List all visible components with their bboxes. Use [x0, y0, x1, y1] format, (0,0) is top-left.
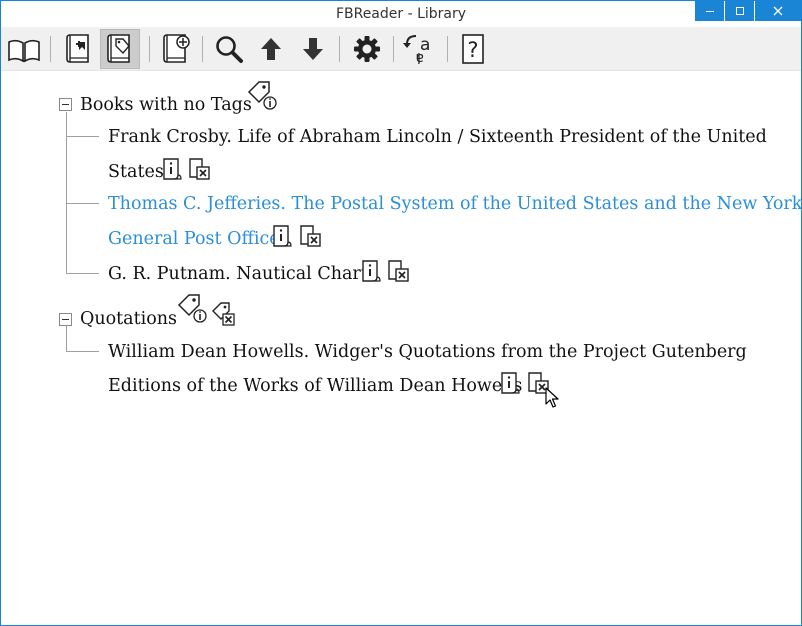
close-button[interactable] — [755, 1, 801, 21]
scroll-up-button[interactable] — [251, 29, 291, 69]
toolbar-separator — [149, 36, 150, 62]
tree-branch-line — [66, 326, 67, 351]
maximize-button[interactable] — [725, 1, 754, 21]
network-library-button[interactable] — [156, 29, 196, 69]
network-library-icon — [163, 34, 190, 63]
help-icon: ? — [462, 34, 484, 64]
tag-book-button[interactable] — [100, 29, 140, 69]
window-controls — [694, 1, 801, 21]
svg-text:l: l — [417, 52, 421, 65]
book-remove-button[interactable] — [387, 259, 411, 283]
svg-text:?: ? — [467, 38, 478, 62]
tag-info-button[interactable] — [175, 293, 209, 325]
info-document-icon — [273, 225, 292, 247]
tag-remove-button[interactable] — [211, 301, 237, 327]
tree-branch-line — [66, 203, 99, 204]
toolbar-separator — [447, 36, 448, 62]
info-document-icon — [501, 372, 520, 394]
tag-book-icon — [107, 34, 130, 63]
tag-info-icon — [247, 81, 277, 110]
book-title[interactable]: G. R. Putnam. Nautical Charts — [108, 263, 377, 285]
toolbar-separator — [339, 36, 340, 62]
maximize-icon — [735, 7, 744, 15]
book-title-continued[interactable]: General Post Office — [108, 228, 280, 250]
toolbar-separator — [202, 36, 203, 62]
tag-info-button[interactable] — [245, 80, 279, 112]
toolbar-separator — [393, 36, 394, 62]
search-button[interactable] — [209, 29, 249, 69]
collapse-toggle[interactable] — [59, 313, 72, 326]
close-icon — [773, 6, 783, 16]
window-title: FBReader - Library — [335, 6, 467, 22]
tree-branch-line — [66, 273, 99, 274]
fbreader-window: FBReader - Library a a l ? Books with no… — [0, 0, 802, 626]
title-bar[interactable]: FBReader - Library — [1, 1, 801, 27]
remove-document-icon — [388, 260, 409, 282]
group-label[interactable]: Quotations — [80, 308, 177, 330]
arrow-up-icon — [261, 38, 281, 60]
remove-document-icon — [189, 158, 210, 180]
book-info-button[interactable] — [162, 157, 184, 181]
book-info-button[interactable] — [272, 224, 294, 248]
book-remove-button[interactable] — [188, 157, 212, 181]
cursor-arrow — [545, 387, 559, 408]
book-remove-button[interactable] — [299, 224, 323, 248]
tree-branch-line — [66, 351, 99, 352]
library-button[interactable] — [4, 29, 44, 69]
settings-gear-icon — [354, 36, 380, 62]
book-title[interactable]: William Dean Howells. Widger's Quotation… — [108, 341, 747, 363]
tree-branch-line — [66, 136, 99, 137]
mouse-pointer-icon — [545, 387, 559, 409]
minimize-button[interactable] — [695, 1, 724, 21]
scroll-down-button[interactable] — [293, 29, 333, 69]
book-title[interactable]: Frank Crosby. Life of Abraham Lincoln / … — [108, 126, 767, 148]
settings-button[interactable] — [347, 29, 387, 69]
arrow-down-icon — [303, 38, 323, 60]
info-document-icon — [163, 158, 182, 180]
search-icon — [216, 36, 243, 63]
library-tree: Books with no Tags Frank Crosby. Life of… — [1, 71, 802, 625]
tag-info-icon — [177, 294, 207, 323]
tag-remove-icon — [212, 302, 235, 326]
toolbar-separator — [50, 36, 51, 62]
remove-document-icon — [300, 225, 321, 247]
book-title-continued[interactable]: States — [108, 161, 164, 183]
book-info-button[interactable] — [500, 371, 522, 395]
add-book-button[interactable] — [59, 29, 99, 69]
collapse-toggle[interactable] — [59, 98, 72, 111]
info-document-icon — [362, 260, 381, 282]
book-title-continued[interactable]: Editions of the Works of William Dean Ho… — [108, 375, 522, 397]
book-title[interactable]: Thomas C. Jefferies. The Postal System o… — [108, 193, 802, 215]
toolbar: a a l ? — [1, 27, 801, 71]
book-info-button[interactable] — [361, 259, 383, 283]
add-book-icon — [66, 34, 89, 63]
help-button[interactable]: ? — [453, 29, 493, 69]
library-icon — [8, 39, 40, 63]
language-icon: a a l — [403, 35, 430, 65]
minimize-icon — [705, 11, 714, 12]
language-button[interactable]: a a l — [400, 29, 440, 69]
group-label[interactable]: Books with no Tags — [80, 94, 252, 116]
